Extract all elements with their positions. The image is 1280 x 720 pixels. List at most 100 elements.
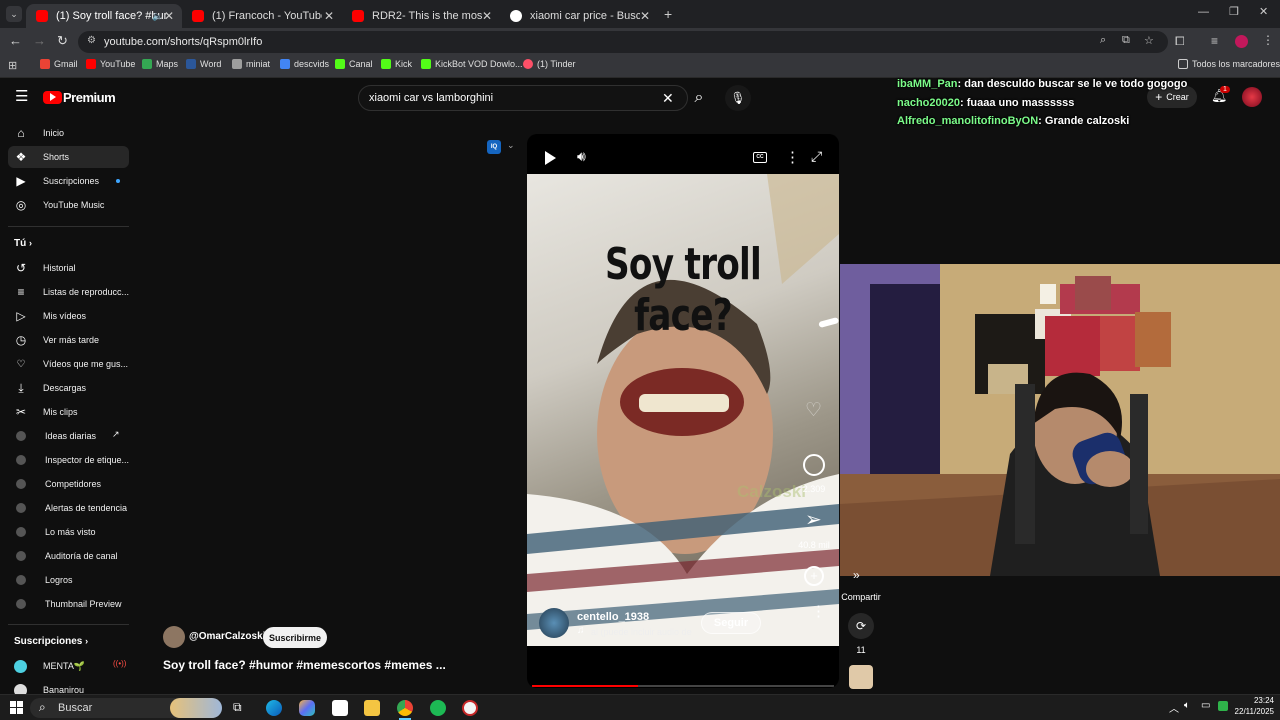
sidebar-item-mis-clips[interactable]: ✂ Mis clips xyxy=(8,401,129,423)
copilot-icon[interactable] xyxy=(299,700,315,716)
short-title[interactable]: Soy troll face? #humor #memescortos #mem… xyxy=(163,658,446,672)
bookmark-descvids[interactable]: descvids xyxy=(280,59,329,69)
back-icon[interactable]: ← xyxy=(9,33,22,48)
clear-search-icon[interactable]: ✕ xyxy=(662,90,674,107)
bookmark-maps[interactable]: Maps xyxy=(142,59,178,69)
follow-button[interactable]: Seguir xyxy=(701,612,761,634)
sidebar-sub-menta[interactable]: MENTA🌱 ((•)) xyxy=(8,655,129,677)
bookmark-word[interactable]: Word xyxy=(186,59,221,69)
zoom-icon[interactable]: ⌕ xyxy=(1100,34,1106,47)
store-icon[interactable] xyxy=(332,700,348,716)
comments-icon[interactable] xyxy=(803,454,825,476)
account-avatar[interactable] xyxy=(1242,87,1262,107)
bookmark-tinder[interactable]: (1) Tinder xyxy=(523,59,576,69)
chevron-down-icon[interactable]: ⌄ xyxy=(507,140,515,151)
sidebar-item-competidores[interactable]: Competidores xyxy=(8,473,129,495)
short-channel-name[interactable]: centello_1938 xyxy=(577,611,649,623)
clock-time[interactable]: 23:24 xyxy=(1238,696,1274,705)
search-input[interactable]: xiaomi car vs lamborghini ✕ xyxy=(358,85,688,111)
shorts-player[interactable]: 🔊︎ CC ⋮ ⤢ Soy troll face? Calzoski ♡ 2.3… xyxy=(527,134,839,688)
sidebar-item-thumbnail-preview[interactable]: Thumbnail Preview xyxy=(8,593,129,615)
clock-date[interactable]: 22/11/2025 xyxy=(1228,707,1274,716)
remix-add-icon[interactable]: + xyxy=(804,566,824,586)
bookmark-star-icon[interactable]: ☆ xyxy=(1144,34,1154,47)
close-tab-icon[interactable]: ✕ xyxy=(482,9,492,23)
sidebar-item-alertas[interactable]: Alertas de tendencia xyxy=(8,497,129,519)
uploader-avatar[interactable] xyxy=(163,626,185,648)
site-info-icon[interactable]: ⚙ xyxy=(87,35,96,46)
edge-icon[interactable] xyxy=(266,700,282,716)
bookmark-kickbot[interactable]: KickBot VOD Dowlo... xyxy=(421,59,523,69)
forward-icon[interactable]: → xyxy=(33,33,46,48)
reading-list-icon[interactable]: ≡ xyxy=(1211,34,1218,48)
network-icon[interactable]: ▭ xyxy=(1201,700,1210,711)
youtube-logo[interactable] xyxy=(43,91,62,104)
you-section-title[interactable]: Tú › xyxy=(14,238,32,249)
url-field[interactable]: ⚙ youtube.com/shorts/qRspm0lrIfo ⌕ ⧉ ☆ xyxy=(78,31,1168,53)
restore-button[interactable]: ❐ xyxy=(1229,5,1239,18)
volume-icon[interactable]: 🔊︎ xyxy=(577,148,586,165)
subs-section-title[interactable]: Suscripciones › xyxy=(14,636,88,647)
close-tab-icon[interactable]: ✕ xyxy=(324,9,334,23)
sidebar-item-inicio[interactable]: ⌂ Inicio xyxy=(8,122,129,144)
uploader-name[interactable]: @OmarCalzoski xyxy=(189,631,265,642)
bookmark-canal[interactable]: Canal xyxy=(335,59,373,69)
tab-francoch[interactable]: (1) Francoch - YouTube ✕ xyxy=(182,4,342,28)
microphone-icon[interactable]: 🎙 xyxy=(725,85,751,111)
close-tab-icon[interactable]: ✕ xyxy=(640,9,650,23)
more-vertical-icon[interactable]: ⋮ xyxy=(811,602,826,620)
sidebar-item-shorts[interactable]: ❖ Shorts xyxy=(8,146,129,168)
short-audio-text[interactable]: al (puede incluir audio de xyxy=(591,627,696,637)
new-tab-button[interactable]: + xyxy=(664,6,672,22)
sidebar-item-mis-videos[interactable]: ▷ Mis vídeos xyxy=(8,305,129,327)
captions-icon[interactable]: CC xyxy=(753,152,767,163)
sound-thumbnail[interactable] xyxy=(849,665,873,689)
like-icon[interactable]: ♡ xyxy=(805,399,822,422)
all-bookmarks[interactable]: Todos los marcadores xyxy=(1178,59,1280,69)
chevron-up-icon[interactable]: ︿ xyxy=(1169,700,1179,715)
fullscreen-icon[interactable]: ⤢ xyxy=(811,148,822,165)
sidebar-item-descargas[interactable]: ⤓ Descargas xyxy=(8,377,129,399)
sidebar-item-logros[interactable]: Logros xyxy=(8,569,129,591)
install-icon[interactable]: ⧉ xyxy=(1122,34,1130,47)
sidebar-item-historial[interactable]: ↺ Historial xyxy=(8,257,129,279)
sidebar-item-liked[interactable]: ♡ Vídeos que me gus... xyxy=(8,353,129,375)
speaker-tray-icon[interactable]: 🔈︎ xyxy=(1184,700,1190,711)
iq-extension-icon[interactable]: IQ xyxy=(487,140,501,154)
subscribe-button[interactable]: Suscribirme xyxy=(263,627,327,648)
share-icon[interactable]: ➢ xyxy=(805,507,822,532)
sidebar-item-inspector[interactable]: Inspector de etique... xyxy=(8,449,129,471)
sidebar-item-youtube-music[interactable]: ◎ YouTube Music xyxy=(8,194,129,216)
sidebar-item-suscripciones[interactable]: ▶ Suscripciones xyxy=(8,170,129,192)
remix-icon[interactable]: ⟳ xyxy=(848,613,874,639)
close-tab-icon[interactable]: ✕ xyxy=(164,9,174,23)
task-view-icon[interactable]: ⧉ xyxy=(233,700,242,715)
hamburger-menu-icon[interactable]: ☰ xyxy=(15,89,28,104)
bookmark-youtube[interactable]: YouTube xyxy=(86,59,135,69)
bookmark-gmail[interactable]: Gmail xyxy=(40,59,78,69)
reload-icon[interactable]: ↻ xyxy=(57,33,68,49)
bookmark-kick[interactable]: Kick xyxy=(381,59,412,69)
sidebar-item-listas[interactable]: ≡ Listas de reproducc... xyxy=(8,281,129,303)
windows-start-icon[interactable] xyxy=(10,701,23,714)
app-icon[interactable] xyxy=(462,700,478,716)
tab-rdr2[interactable]: RDR2- This is the most realistic ✕ xyxy=(342,4,500,28)
minimize-button[interactable]: — xyxy=(1198,6,1209,18)
bookmark-miniat[interactable]: miniat xyxy=(232,59,270,69)
sidebar-item-auditoria[interactable]: Auditoría de canal xyxy=(8,545,129,567)
search-button[interactable]: ⌕ xyxy=(688,85,710,111)
profile-avatar[interactable] xyxy=(1235,35,1248,48)
progress-bar-track[interactable] xyxy=(532,685,834,687)
channel-avatar[interactable] xyxy=(539,608,569,638)
tab-search-button[interactable]: ⌄ xyxy=(6,6,22,22)
app-tray-icon[interactable] xyxy=(1218,701,1228,711)
sidebar-item-ideas-diarias[interactable]: Ideas diarias ↗ xyxy=(8,425,129,447)
share-arrow-icon[interactable]: » xyxy=(853,568,860,582)
sidebar-item-ver-mas-tarde[interactable]: ◷ Ver más tarde xyxy=(8,329,129,351)
browser-menu-icon[interactable]: ⋮ xyxy=(1262,33,1274,47)
file-explorer-icon[interactable] xyxy=(364,700,380,716)
tab-google[interactable]: xiaomi car price - Buscar con Go ✕ xyxy=(500,4,658,28)
apps-grid-icon[interactable]: ⊞ xyxy=(8,59,17,72)
play-button[interactable] xyxy=(545,151,556,165)
more-options-icon[interactable]: ⋮ xyxy=(785,148,800,166)
